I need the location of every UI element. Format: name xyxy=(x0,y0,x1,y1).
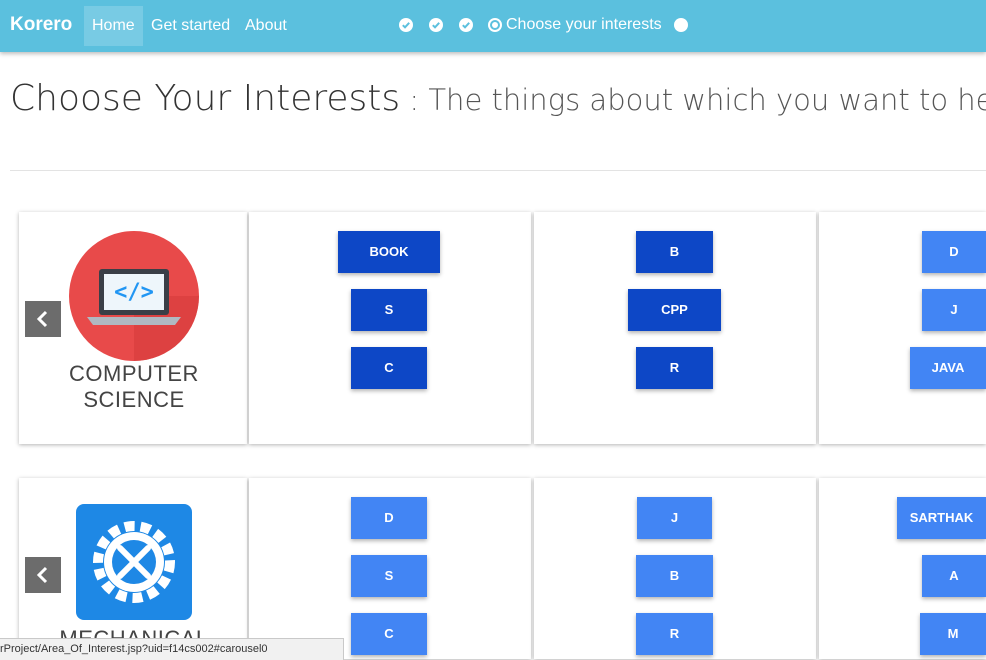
divider xyxy=(10,170,986,171)
page-subtitle: : The things about which you want to hea xyxy=(400,83,986,117)
interest-tag[interactable]: JAVA xyxy=(910,347,986,389)
brand-logo[interactable]: Korero xyxy=(10,14,72,36)
page-title: Choose Your Interests : The things about… xyxy=(10,78,986,119)
category-title: COMPUTER SCIENCE xyxy=(19,361,249,413)
interest-tag[interactable]: S xyxy=(351,289,427,331)
interest-tag[interactable]: R xyxy=(636,613,713,655)
interest-tag[interactable]: C xyxy=(351,613,427,655)
step-pending-icon xyxy=(674,18,688,32)
page-title-text: Choose Your Interests xyxy=(10,78,401,119)
carousel-prev-button[interactable] xyxy=(25,301,61,337)
interest-tag[interactable]: M xyxy=(920,613,986,655)
interest-tag[interactable]: S xyxy=(351,555,427,597)
status-url: rProject/Area_Of_Interest.jsp?uid=f14cs0… xyxy=(0,643,268,655)
step-complete-icon xyxy=(399,18,413,32)
interest-column-card: D S C xyxy=(249,478,531,659)
chevron-left-icon xyxy=(36,310,48,328)
step-complete-icon xyxy=(459,18,473,32)
chevron-left-icon xyxy=(36,566,48,584)
interest-tag[interactable]: CPP xyxy=(628,289,721,331)
interest-tag[interactable]: SARTHAK xyxy=(897,497,986,539)
svg-text:</>: </> xyxy=(114,280,154,305)
interest-tag[interactable]: R xyxy=(636,347,713,389)
interest-tag[interactable]: D xyxy=(922,231,986,273)
category-title-line: SCIENCE xyxy=(83,387,185,412)
gear-tools-icon xyxy=(76,504,192,620)
interest-tag[interactable]: BOOK xyxy=(338,231,440,273)
interest-column-card: B CPP R xyxy=(534,212,816,444)
interest-tag[interactable]: J xyxy=(637,497,712,539)
category-title-line: COMPUTER xyxy=(69,361,199,386)
interest-column-card: BOOK S C xyxy=(249,212,531,444)
interest-column-card: SARTHAK A M xyxy=(819,478,986,659)
laptop-code-icon: </> xyxy=(69,231,199,361)
interest-column-card: D J JAVA xyxy=(819,212,986,444)
step-current-icon xyxy=(488,18,502,32)
interest-tag[interactable]: A xyxy=(922,555,986,597)
browser-status-bar: rProject/Area_Of_Interest.jsp?uid=f14cs0… xyxy=(0,638,344,660)
nav-link-get-started[interactable]: Get started xyxy=(143,6,238,46)
current-step-label: Choose your interests xyxy=(506,16,662,33)
carousel-prev-button[interactable] xyxy=(25,557,61,593)
navbar: Korero Home Get started About Choose you… xyxy=(0,0,986,52)
nav-link-about[interactable]: About xyxy=(237,6,295,46)
interest-tag[interactable]: D xyxy=(351,497,427,539)
interest-tag[interactable]: B xyxy=(636,555,713,597)
interest-tag[interactable]: J xyxy=(922,289,986,331)
nav-link-home[interactable]: Home xyxy=(84,6,143,46)
interest-tag[interactable]: B xyxy=(636,231,713,273)
interest-column-card: J B R xyxy=(534,478,816,659)
interest-tag[interactable]: C xyxy=(351,347,427,389)
step-complete-icon xyxy=(429,18,443,32)
